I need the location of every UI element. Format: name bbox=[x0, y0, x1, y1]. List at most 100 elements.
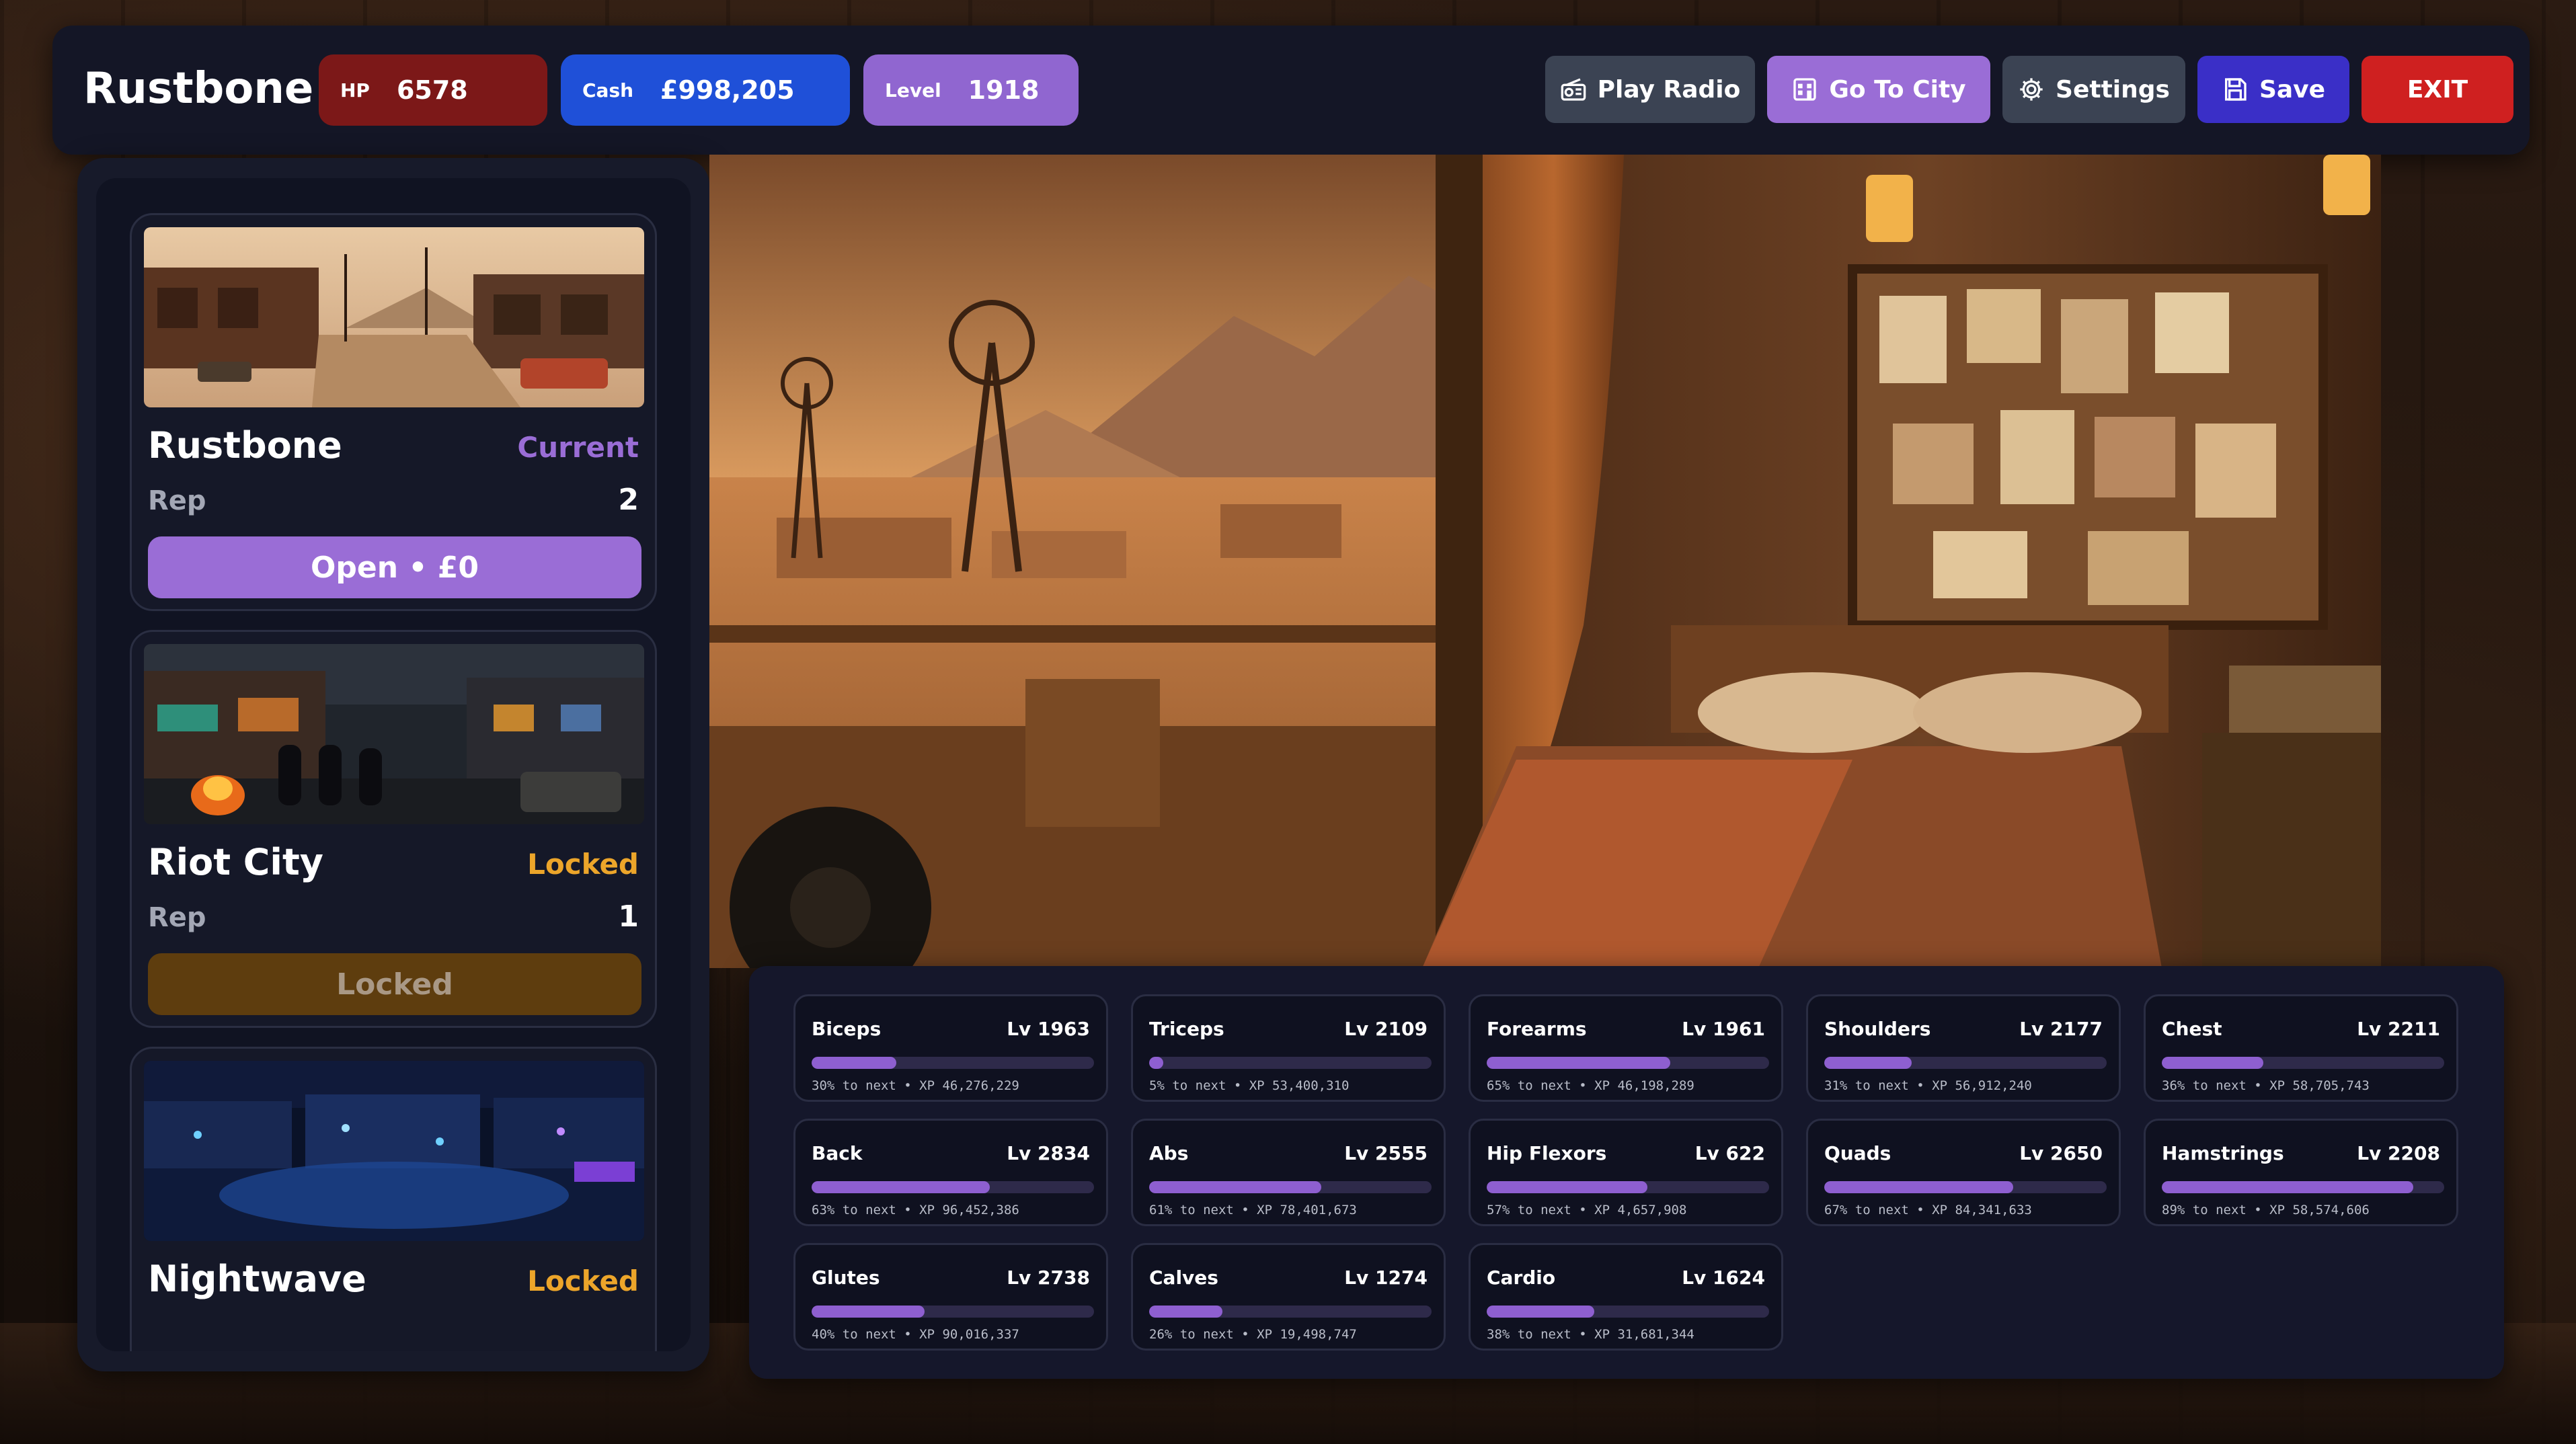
stat-progress-fill bbox=[1149, 1306, 1223, 1318]
hp-label: HP bbox=[340, 79, 370, 102]
stat-xp-text: 36% to next • XP 58,705,743 bbox=[2162, 1078, 2370, 1093]
stat-level: Lv 1961 bbox=[1682, 1018, 1765, 1040]
hp-value: 6578 bbox=[396, 75, 468, 105]
stat-name: Abs bbox=[1149, 1142, 1189, 1164]
stat-card-hip-flexors: Hip Flexors Lv 622 57% to next • XP 4,657,… bbox=[1469, 1119, 1783, 1226]
stat-level: Lv 2738 bbox=[1007, 1267, 1090, 1289]
settings-label: Settings bbox=[2056, 75, 2170, 104]
stat-name: Back bbox=[812, 1142, 863, 1164]
save-label: Save bbox=[2259, 75, 2326, 104]
room-scene bbox=[709, 155, 2381, 968]
stat-progress-bar bbox=[1824, 1181, 2107, 1193]
stat-progress-fill bbox=[2162, 1181, 2413, 1193]
stat-card-quads: Quads Lv 2650 67% to next • XP 84,341,633 bbox=[1806, 1119, 2121, 1226]
stat-progress-fill bbox=[812, 1181, 990, 1193]
rep-value: 2 bbox=[618, 483, 639, 517]
city-name: Nightwave bbox=[148, 1258, 366, 1300]
stat-xp-text: 65% to next • XP 46,198,289 bbox=[1487, 1078, 1694, 1093]
stat-progress-bar bbox=[1824, 1057, 2107, 1069]
floppy-disk-icon bbox=[2222, 76, 2249, 103]
stat-name: Calves bbox=[1149, 1267, 1218, 1289]
city-image-rustbone bbox=[144, 227, 644, 407]
city-name: Rustbone bbox=[148, 424, 342, 467]
stat-level: Lv 622 bbox=[1694, 1142, 1765, 1164]
stat-progress-bar bbox=[1149, 1181, 1432, 1193]
exit-button[interactable]: EXIT bbox=[2362, 56, 2513, 123]
stat-level: Lv 2177 bbox=[2019, 1018, 2103, 1040]
stat-progress-fill bbox=[1487, 1181, 1648, 1193]
stat-progress-bar bbox=[1149, 1057, 1432, 1069]
save-button[interactable]: Save bbox=[2197, 56, 2349, 123]
stat-level: Lv 2555 bbox=[1344, 1142, 1428, 1164]
level-value: 1918 bbox=[968, 75, 1040, 105]
stat-xp-text: 5% to next • XP 53,400,310 bbox=[1149, 1078, 1350, 1093]
stat-name: Hip Flexors bbox=[1487, 1142, 1607, 1164]
stat-level: Lv 1624 bbox=[1682, 1267, 1765, 1289]
go-to-city-label: Go To City bbox=[1829, 75, 1966, 104]
city-status: Current bbox=[517, 431, 639, 464]
stat-progress-bar bbox=[812, 1057, 1094, 1069]
rep-value: 1 bbox=[618, 899, 639, 934]
exit-label: EXIT bbox=[2407, 75, 2468, 104]
stat-progress-bar bbox=[1487, 1181, 1769, 1193]
settings-button[interactable]: Settings bbox=[2002, 56, 2185, 123]
stat-progress-fill bbox=[1487, 1306, 1594, 1318]
stat-name: Cardio bbox=[1487, 1267, 1556, 1289]
stat-level: Lv 2834 bbox=[1007, 1142, 1090, 1164]
stat-name: Chest bbox=[2162, 1018, 2222, 1040]
stat-xp-text: 67% to next • XP 84,341,633 bbox=[1824, 1203, 2032, 1217]
city-image-riot-city bbox=[144, 644, 644, 824]
stat-name: Quads bbox=[1824, 1142, 1891, 1164]
stat-progress-fill bbox=[812, 1057, 896, 1069]
city-card-rustbone: Rustbone Current Rep 2 Open • £0 bbox=[130, 213, 657, 611]
city-list-panel: Rustbone Current Rep 2 Open • £0 Riot Ci… bbox=[77, 158, 758, 1371]
stat-name: Biceps bbox=[812, 1018, 882, 1040]
stat-name: Glutes bbox=[812, 1267, 880, 1289]
hp-pill: HP 6578 bbox=[319, 54, 547, 126]
go-to-city-button[interactable]: Go To City bbox=[1767, 56, 1990, 123]
stat-progress-bar bbox=[1487, 1057, 1769, 1069]
stat-card-chest: Chest Lv 2211 36% to next • XP 58,705,743 bbox=[2144, 994, 2458, 1102]
city-card-nightwave: Nightwave Locked bbox=[130, 1047, 657, 1351]
stat-progress-bar bbox=[1149, 1306, 1432, 1318]
stat-progress-bar bbox=[1487, 1306, 1769, 1318]
city-image-nightwave bbox=[144, 1061, 644, 1241]
stat-level: Lv 1274 bbox=[1344, 1267, 1428, 1289]
locked-city-button[interactable]: Locked bbox=[148, 953, 641, 1015]
stat-level: Lv 2208 bbox=[2357, 1142, 2440, 1164]
stat-progress-fill bbox=[1824, 1057, 1912, 1069]
play-radio-button[interactable]: Play Radio bbox=[1545, 56, 1755, 123]
stat-progress-fill bbox=[1149, 1057, 1163, 1069]
level-pill: Level 1918 bbox=[863, 54, 1079, 126]
city-list[interactable]: Rustbone Current Rep 2 Open • £0 Riot Ci… bbox=[96, 178, 691, 1351]
game-title: Rustbone bbox=[83, 64, 314, 114]
muscle-stats-panel: Biceps Lv 1963 30% to next • XP 46,276,229… bbox=[749, 966, 2504, 1379]
stat-progress-bar bbox=[2162, 1181, 2444, 1193]
city-name: Riot City bbox=[148, 841, 323, 883]
stat-card-glutes: Glutes Lv 2738 40% to next • XP 90,016,337 bbox=[793, 1243, 1108, 1351]
open-city-button[interactable]: Open • £0 bbox=[148, 536, 641, 598]
stat-card-hamstrings: Hamstrings Lv 2208 89% to next • XP 58,574… bbox=[2144, 1119, 2458, 1226]
stat-xp-text: 40% to next • XP 90,016,337 bbox=[812, 1327, 1019, 1342]
stat-progress-fill bbox=[1149, 1181, 1322, 1193]
stat-name: Shoulders bbox=[1824, 1018, 1931, 1040]
stat-xp-text: 31% to next • XP 56,912,240 bbox=[1824, 1078, 2032, 1093]
stat-card-abs: Abs Lv 2555 61% to next • XP 78,401,673 bbox=[1131, 1119, 1446, 1226]
stat-level: Lv 2109 bbox=[1344, 1018, 1428, 1040]
stat-progress-fill bbox=[1824, 1181, 2014, 1193]
city-card-riot-city: Riot City Locked Rep 1 Locked bbox=[130, 630, 657, 1028]
stat-name: Forearms bbox=[1487, 1018, 1587, 1040]
stat-level: Lv 2650 bbox=[2019, 1142, 2103, 1164]
stat-xp-text: 89% to next • XP 58,574,606 bbox=[2162, 1203, 2370, 1217]
radio-icon bbox=[1560, 76, 1587, 103]
stat-card-triceps: Triceps Lv 2109 5% to next • XP 53,400,310 bbox=[1131, 994, 1446, 1102]
stat-xp-text: 26% to next • XP 19,498,747 bbox=[1149, 1327, 1357, 1342]
stat-progress-bar bbox=[812, 1306, 1094, 1318]
play-radio-label: Play Radio bbox=[1597, 75, 1741, 104]
stat-level: Lv 1963 bbox=[1007, 1018, 1090, 1040]
stat-progress-fill bbox=[1487, 1057, 1670, 1069]
stat-level: Lv 2211 bbox=[2357, 1018, 2440, 1040]
stat-progress-fill bbox=[812, 1306, 925, 1318]
stat-name: Hamstrings bbox=[2162, 1142, 2284, 1164]
city-status: Locked bbox=[527, 1265, 639, 1297]
